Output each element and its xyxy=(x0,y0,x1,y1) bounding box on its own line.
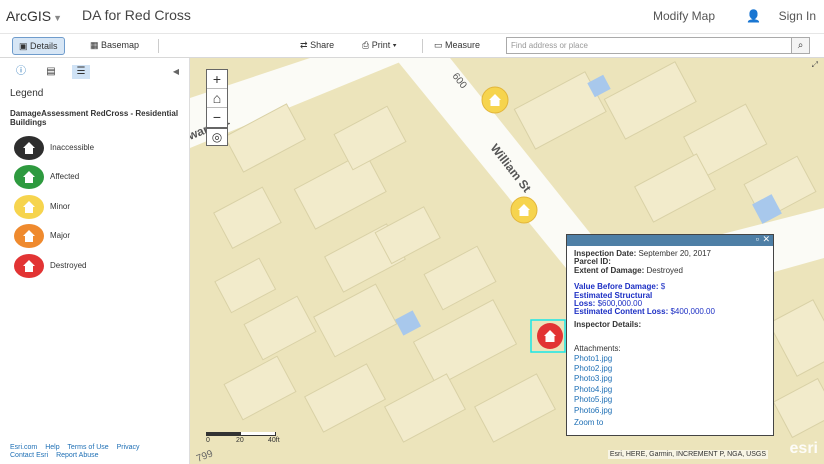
sidebar: ⓘ ▤ ☰ ◀ Legend DamageAssessment RedCross… xyxy=(0,58,190,464)
toolbar-divider xyxy=(422,39,423,53)
toolbar-divider xyxy=(158,39,159,53)
brand-label: ArcGIS xyxy=(6,8,52,24)
share-button[interactable]: ⇄ Share xyxy=(294,37,340,55)
popup-header: ▫ ✕ xyxy=(567,234,773,246)
map-title: DA for Red Cross xyxy=(82,7,191,23)
legend-label: Minor xyxy=(50,202,71,211)
locate-button[interactable]: ◎ xyxy=(206,128,228,146)
house-icon xyxy=(14,165,44,189)
attachment-link[interactable]: Photo2.jpg xyxy=(574,364,766,374)
attachment-list: Photo1.jpg Photo2.jpg Photo3.jpg Photo4.… xyxy=(574,354,766,416)
chevron-down-icon: ▼ xyxy=(53,13,63,23)
sign-in-label: Sign In xyxy=(778,9,816,23)
scale-label: 40ft xyxy=(268,437,280,444)
footer-link[interactable]: Contact Esri xyxy=(10,452,48,459)
details-button[interactable]: ▣ Details xyxy=(12,37,65,55)
scale-label: 20 xyxy=(236,437,244,444)
layer-title: DamageAssessment RedCross - Residential … xyxy=(10,109,179,127)
close-icon[interactable]: ✕ xyxy=(762,234,770,245)
field-value: September 20, 2017 xyxy=(638,249,711,258)
attachment-link[interactable]: Photo5.jpg xyxy=(574,395,766,405)
attachment-link[interactable]: Photo4.jpg xyxy=(574,385,766,395)
content-tab-icon[interactable]: ▤ xyxy=(42,65,60,79)
basemap-button[interactable]: ▦ Basemap xyxy=(84,37,145,55)
house-icon xyxy=(14,254,44,278)
share-label: Share xyxy=(310,40,335,50)
popup-body: Inspection Date: September 20, 2017 Parc… xyxy=(567,246,773,434)
legend-title: Legend xyxy=(10,88,44,99)
sidebar-footer: Esri.com Help Terms of Use Privacy Conta… xyxy=(10,444,146,460)
attachment-link[interactable]: Photo6.jpg xyxy=(574,406,766,416)
basemap-icon: ▦ xyxy=(90,40,99,50)
scale-label: 0 xyxy=(206,437,210,444)
expand-icon[interactable]: ⤢ xyxy=(812,60,818,70)
zoom-in-button[interactable]: + xyxy=(207,70,227,89)
destroyed-damage-marker[interactable] xyxy=(537,323,563,349)
field-label: Estimated Content Loss: xyxy=(574,307,669,317)
arcgis-menu[interactable]: ArcGIS ▼ xyxy=(6,8,62,24)
share-icon: ⇄ xyxy=(300,40,308,50)
map-view[interactable]: 600 William St ward St 799 + ⌂ − ◎ ⤢ 0 2… xyxy=(190,58,824,464)
print-label: Print xyxy=(371,40,391,50)
measure-icon: ▭ xyxy=(434,40,443,50)
field-value: Destroyed xyxy=(646,265,683,275)
attachment-link[interactable]: Photo3.jpg xyxy=(574,374,766,384)
field-value: $400,000.00 xyxy=(670,307,715,317)
footer-link[interactable]: Privacy xyxy=(117,444,140,451)
user-icon: 👤 xyxy=(746,9,762,23)
collapse-icon[interactable]: ◀ xyxy=(173,67,179,76)
feature-popup: ▫ ✕ Inspection Date: September 20, 2017 … xyxy=(566,234,774,436)
measure-label: Measure xyxy=(445,40,481,50)
print-button[interactable]: ⎙ Print ▾ xyxy=(356,37,403,55)
sidebar-tabs: ⓘ ▤ ☰ ◀ xyxy=(0,58,189,84)
sign-in-link[interactable]: 👤 Sign In xyxy=(732,9,816,23)
measure-button[interactable]: ▭ Measure xyxy=(428,37,486,55)
house-icon xyxy=(14,195,44,219)
toolbar: ▣ Details ▦ Basemap ⇄ Share ⎙ Print ▾ ▭ … xyxy=(0,34,824,58)
footer-link[interactable]: Help xyxy=(45,444,59,451)
maximize-icon[interactable]: ▫ xyxy=(756,234,759,244)
street-number-label: 799 xyxy=(195,448,215,464)
house-icon xyxy=(14,136,44,160)
field-label: Inspector Details: xyxy=(574,319,642,329)
legend-label: Destroyed xyxy=(50,261,87,270)
footer-link[interactable]: Terms of Use xyxy=(67,444,108,451)
details-label: Details xyxy=(30,41,58,51)
minor-damage-marker[interactable] xyxy=(510,196,538,224)
search-input[interactable]: Find address or place xyxy=(506,37,792,54)
attachments-label: Attachments: xyxy=(574,344,621,354)
minor-damage-marker[interactable] xyxy=(481,86,509,114)
zoom-control: + ⌂ − xyxy=(206,69,228,128)
field-value: $ xyxy=(660,282,666,292)
search-icon[interactable]: ⌕ xyxy=(791,37,810,54)
legend-label: Inaccessible xyxy=(50,143,95,152)
legend-label: Affected xyxy=(50,172,80,181)
attachment-link[interactable]: Photo1.jpg xyxy=(574,354,766,364)
zoom-out-button[interactable]: − xyxy=(207,108,227,127)
chevron-down-icon: ▾ xyxy=(392,40,397,50)
footer-link[interactable]: Esri.com xyxy=(10,444,37,451)
home-icon[interactable]: ⌂ xyxy=(207,89,227,108)
field-label: Extent of Damage: xyxy=(574,265,645,275)
details-icon: ▣ xyxy=(19,41,28,51)
print-icon: ⎙ xyxy=(362,40,370,50)
scale-bar: 0 20 40ft xyxy=(206,432,296,446)
modify-map-link[interactable]: Modify Map xyxy=(653,9,715,23)
about-tab-icon[interactable]: ⓘ xyxy=(12,65,30,79)
legend-tab-icon[interactable]: ☰ xyxy=(72,65,90,79)
footer-link[interactable]: Report Abuse xyxy=(56,452,98,459)
zoom-to-link[interactable]: Zoom to xyxy=(574,418,766,427)
house-icon xyxy=(14,224,44,248)
map-attribution: Esri, HERE, Garmin, INCREMENT P, NGA, US… xyxy=(607,450,768,459)
legend-label: Major xyxy=(50,231,71,240)
header-actions: Modify Map 👤 Sign In xyxy=(639,9,816,23)
top-bar: ArcGIS ▼ DA for Red Cross Modify Map 👤 Si… xyxy=(0,0,824,34)
esri-logo: esri xyxy=(789,440,818,457)
basemap-label: Basemap xyxy=(101,40,140,50)
